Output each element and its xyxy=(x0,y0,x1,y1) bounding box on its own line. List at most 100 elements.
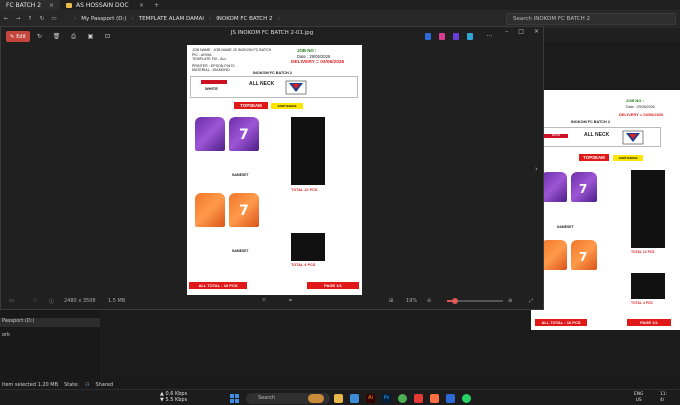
collar-section: WHITE ALL NECK xyxy=(190,76,358,98)
preview-total-2: TOTAL 4 PCS xyxy=(631,301,653,305)
page-number-bar: PAGE 1/1 xyxy=(307,282,359,289)
delete-icon[interactable]: 🗑 xyxy=(52,32,61,41)
image-viewer-window: JS INOKOM FC BATCH 2-01.jpg – □ × ✎ Edit … xyxy=(0,26,544,310)
preview-jersey-orange-back: 7 xyxy=(571,240,597,270)
order-sheet: JOB NAME : JOB NAME JS INOKOM FC BATCH P… xyxy=(187,45,362,295)
crop-icon[interactable]: ⌗ xyxy=(289,298,292,304)
clock[interactable]: 11: 4/ xyxy=(660,392,667,403)
breadcrumb-item[interactable]: My Passport (D:) xyxy=(81,16,126,22)
shared-label: Shared xyxy=(95,381,114,388)
nameset-label: NAMESET xyxy=(232,173,249,177)
order-date: Date : 29/05/2026 xyxy=(297,54,331,59)
nav-item-passport[interactable]: Passport (D:) xyxy=(0,318,100,327)
photoshop-icon[interactable]: Ps xyxy=(382,394,391,403)
refresh-icon[interactable]: ↻ xyxy=(36,16,48,22)
preview-collar-box: WHITE ALL NECK xyxy=(541,127,661,147)
more-options-icon[interactable]: ··· xyxy=(485,32,494,41)
tab-as-hossain-doc[interactable]: AS HOSSAIN DOC × xyxy=(60,0,150,10)
file-explorer-icon[interactable] xyxy=(334,394,343,403)
close-icon[interactable]: × xyxy=(139,2,144,9)
monitor-icon: ▭ xyxy=(51,16,57,22)
illustrator-icon[interactable]: Ai xyxy=(366,394,375,403)
topseam-label: TOPSEAM xyxy=(234,102,268,109)
jersey-purple-front xyxy=(195,117,225,151)
share-icon[interactable]: ▣ xyxy=(86,32,95,41)
preview-total-1: TOTAL 12 PCS xyxy=(631,250,655,254)
preview-size-list-1 xyxy=(631,170,665,248)
size-list-group-2 xyxy=(291,233,325,261)
jersey-purple-back: 7 xyxy=(229,117,259,151)
preview-jersey-orange-front xyxy=(541,240,567,270)
preview-collar-color: WHITE xyxy=(544,134,568,138)
explorer-tabbar: FC BATCH 2 × AS HOSSAIN DOC × + xyxy=(0,0,680,10)
next-image-icon[interactable]: › xyxy=(535,165,538,173)
language-indicator[interactable]: ENG US xyxy=(634,392,643,403)
preview-pane: JOB NO : Date : 29/05/2026 DELIVERY = 03… xyxy=(531,90,680,330)
breadcrumb: › My Passport (D:) › TEMPLATE ALAM DAMAI… xyxy=(74,16,280,22)
back-arrow-icon[interactable]: ← xyxy=(0,16,12,22)
breadcrumb-item[interactable]: INOKOM FC BATCH 2 xyxy=(216,16,272,22)
status-bar: item selected 1.20 MB State: ⚇ Shared xyxy=(0,380,680,389)
zoom-out-icon[interactable]: ⊖ xyxy=(427,298,431,304)
preview-jersey-purple-front xyxy=(541,172,567,202)
zoom-in-icon[interactable]: ⊕ xyxy=(508,298,512,304)
tab-label: AS HOSSAIN DOC xyxy=(76,1,129,9)
app-icon-3[interactable] xyxy=(453,33,459,40)
state-label: State: xyxy=(64,381,79,388)
filmstrip-icon[interactable]: ▭ xyxy=(9,298,14,304)
edit-button[interactable]: ✎ Edit xyxy=(6,31,30,42)
preview-date: Date : 29/05/2026 xyxy=(626,105,655,109)
fit-screen-icon[interactable]: ⤧ xyxy=(262,298,266,304)
app-icon-2[interactable] xyxy=(439,33,445,40)
preview-jersey-purple-back: 7 xyxy=(571,172,597,202)
favorite-heart-icon[interactable]: ♡ xyxy=(33,298,37,304)
zoom-level: 19% xyxy=(406,298,418,304)
preview-size-list-2 xyxy=(631,273,665,299)
edit-icon: ✎ xyxy=(10,33,15,40)
preview-batch-title: INOKOM FC BATCH 2 xyxy=(571,120,610,124)
club-logo-icon xyxy=(285,80,307,95)
up-arrow-icon[interactable]: ↑ xyxy=(24,16,36,22)
edge-icon[interactable] xyxy=(350,394,359,403)
selection-status: item selected 1.20 MB xyxy=(2,381,59,388)
zoom-slider-thumb[interactable] xyxy=(452,298,458,304)
forward-arrow-icon[interactable]: → xyxy=(12,16,24,22)
batch-title: INOKOM FC BATCH 2 xyxy=(253,71,292,75)
neck-label: ALL NECK xyxy=(249,81,275,87)
file-size: 1.5 MB xyxy=(108,298,126,304)
nameset-label: NAMESET xyxy=(232,249,249,253)
start-windows-icon[interactable] xyxy=(230,394,239,403)
app-icon-4[interactable] xyxy=(467,33,473,40)
nav-item-network[interactable]: ork xyxy=(0,332,10,338)
photos-icon[interactable] xyxy=(446,394,455,403)
close-icon[interactable]: × xyxy=(49,2,54,9)
actual-size-icon[interactable]: ⊞ xyxy=(389,298,393,304)
app-icon[interactable] xyxy=(430,394,439,403)
info-icon[interactable]: ⓘ xyxy=(49,298,54,305)
chrome-icon[interactable] xyxy=(398,394,407,403)
preview-page: PAGE 1/1 xyxy=(627,319,671,326)
image-dimensions: 2480 x 3508 xyxy=(64,298,96,304)
preview-all-total: ALL TOTAL : 16 PCS xyxy=(535,319,587,326)
whatsapp-icon[interactable] xyxy=(462,394,471,403)
print-icon[interactable]: ⎙ xyxy=(69,32,78,41)
widget-icon[interactable] xyxy=(308,394,324,403)
rotate-icon[interactable]: ↻ xyxy=(35,32,44,41)
preview-stitching: JAHIT BADGE xyxy=(613,155,643,161)
image-canvas: JOB NAME : JOB NAME JS INOKOM FC BATCH P… xyxy=(187,45,362,295)
zoom-slider[interactable] xyxy=(447,298,503,304)
delivery-date: DELIVERY = 03/06/2026 xyxy=(291,60,345,65)
tab-fc-batch-2[interactable]: FC BATCH 2 × xyxy=(0,0,60,10)
job-number-label: JOB NO : xyxy=(297,48,317,53)
fullscreen-icon[interactable]: ⤢ xyxy=(529,298,533,304)
tab-label: FC BATCH 2 xyxy=(6,1,42,9)
preview-nameset: NAMESET xyxy=(557,225,574,229)
new-tab-button[interactable]: + xyxy=(150,0,163,10)
app-icon-1[interactable] xyxy=(425,33,431,40)
preview-job-no: JOB NO : xyxy=(626,98,644,103)
info-icon[interactable]: ⊡ xyxy=(103,32,112,41)
breadcrumb-item[interactable]: TEMPLATE ALAM DAMAI xyxy=(139,16,204,22)
search-input[interactable]: Search INOKOM FC BATCH 2 xyxy=(506,13,676,25)
app-icon[interactable] xyxy=(414,394,423,403)
club-logo-icon xyxy=(622,130,644,145)
